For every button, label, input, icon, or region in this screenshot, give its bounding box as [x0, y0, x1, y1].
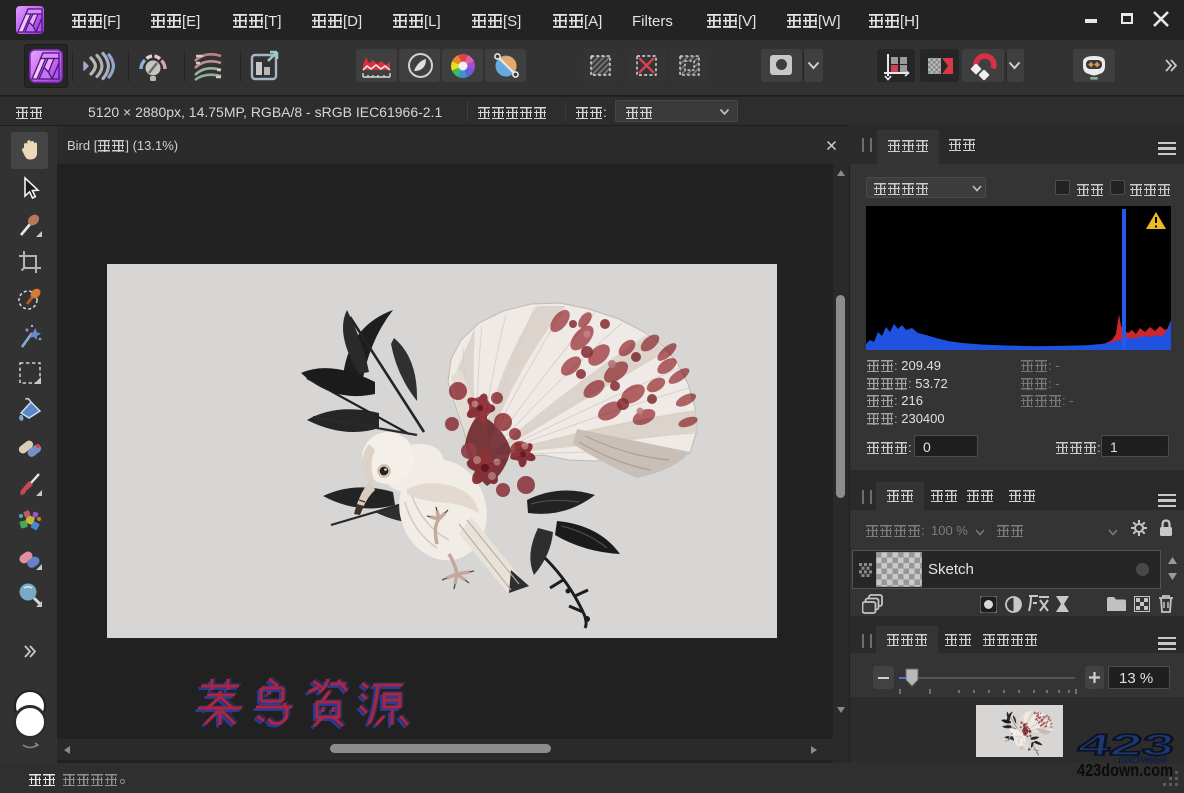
svg-text:423down.com: 423down.com: [1077, 760, 1173, 780]
